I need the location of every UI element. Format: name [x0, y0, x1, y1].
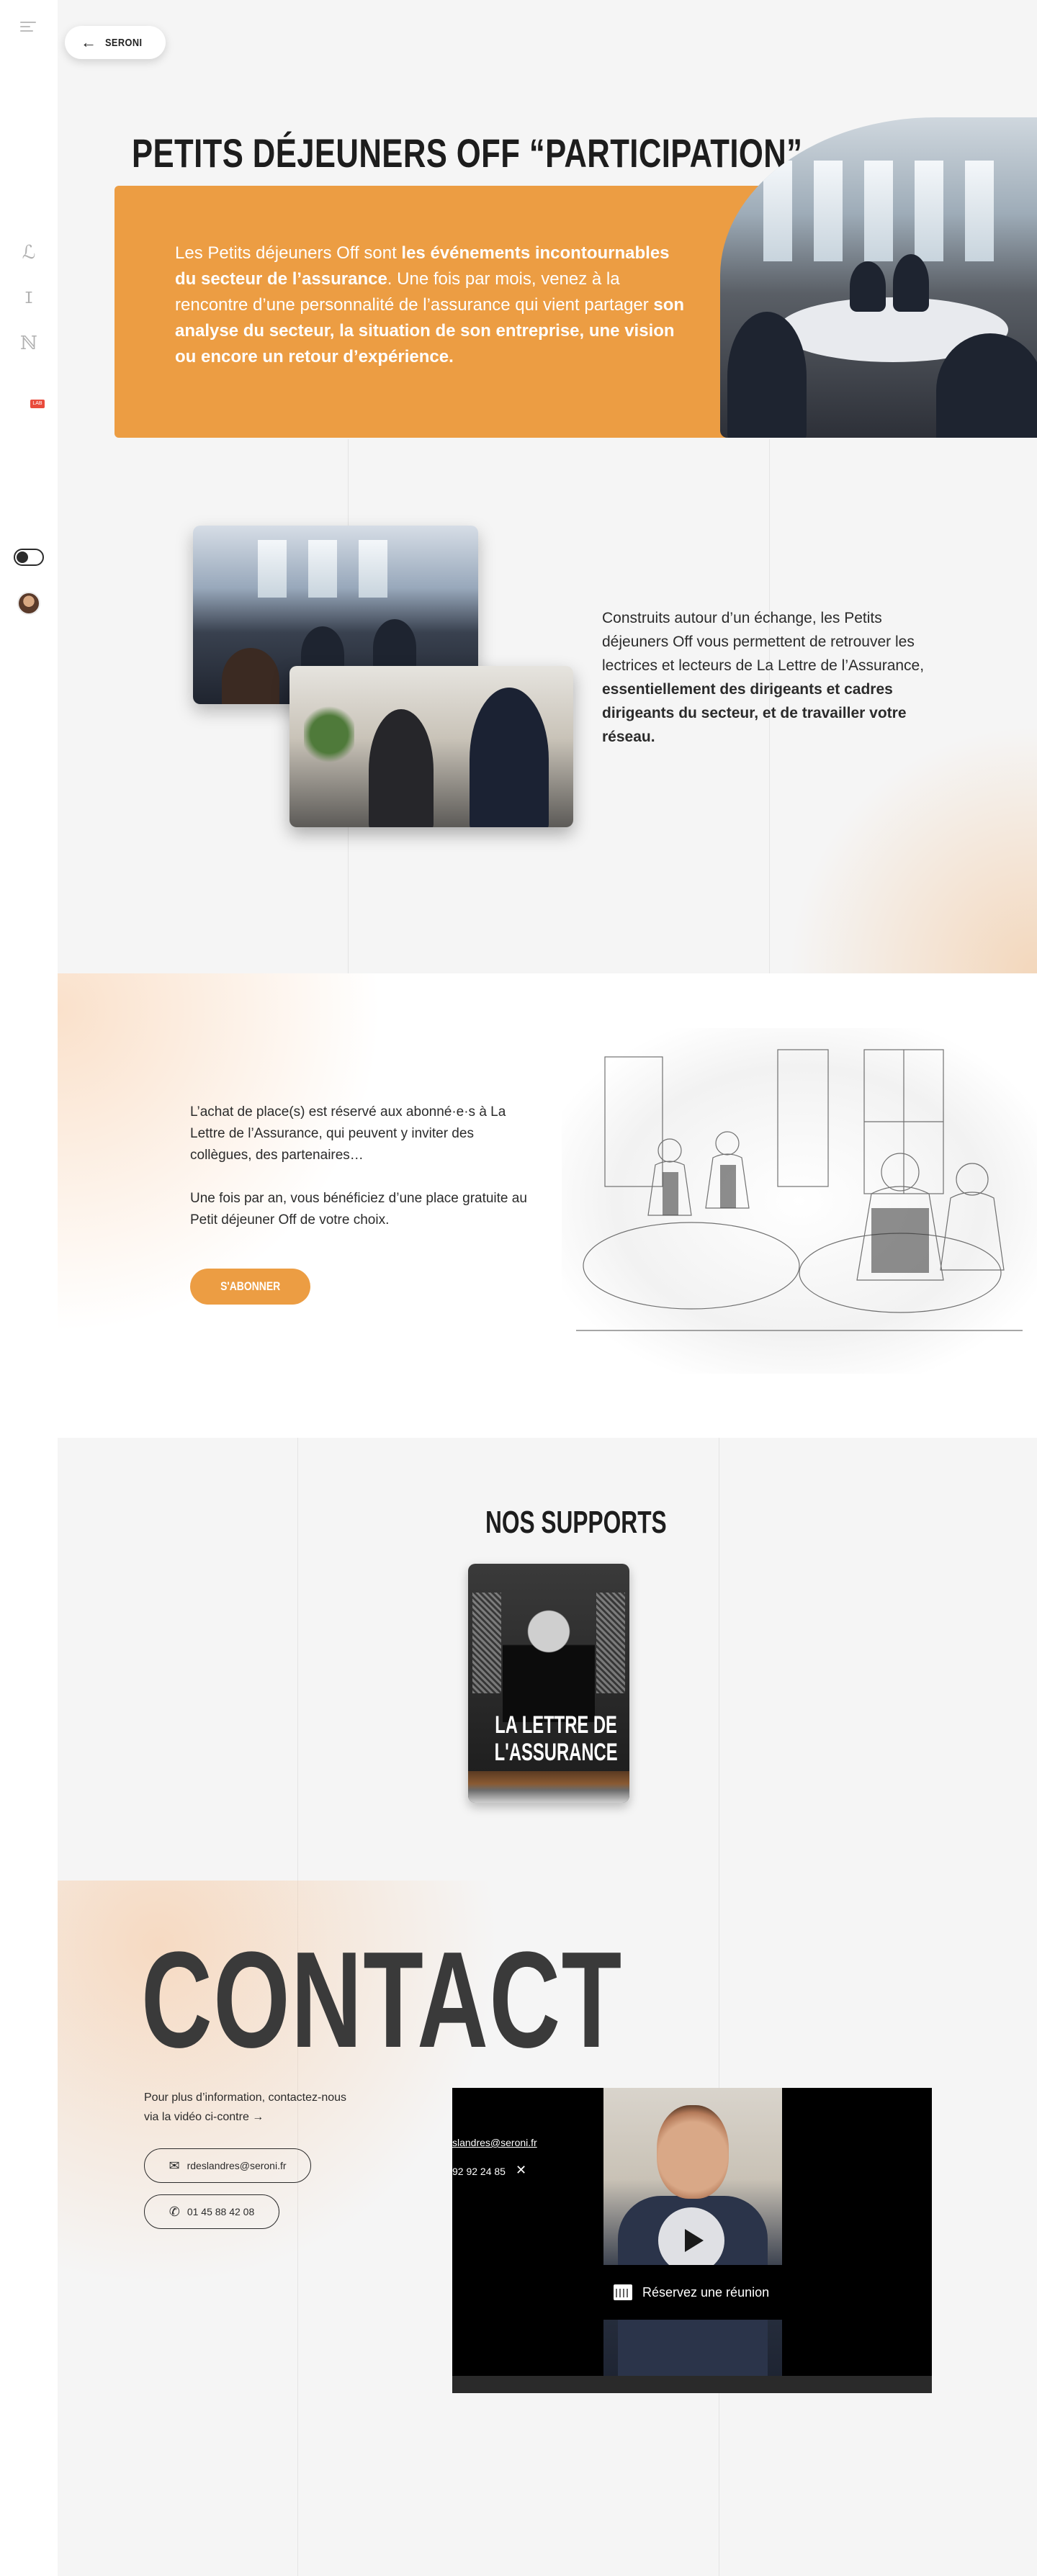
menu-icon[interactable] [20, 22, 36, 35]
hero-event-photo [720, 117, 1037, 438]
book-meeting-button[interactable]: Réservez une réunion [603, 2265, 782, 2320]
photo-window [864, 161, 893, 261]
toggle-knob [17, 551, 28, 563]
photo-window [763, 161, 792, 261]
supports-title: NOS SUPPORTS [0, 1505, 1037, 1541]
supports-title-text: NOS SUPPORTS [485, 1505, 667, 1540]
photo-window [915, 161, 943, 261]
subscription-text: L’achat de place(s) est réservé aux abon… [190, 1102, 536, 1253]
brand-logo-icon[interactable]: ℕ [19, 333, 39, 354]
card-decoration [596, 1593, 625, 1693]
contact-title: CONTACT [141, 1924, 623, 2076]
contact-video[interactable]: slandres@seroni.fr 92 92 24 85 ✕ Réserve… [452, 2088, 932, 2393]
video-email-link[interactable]: slandres@seroni.fr [452, 2137, 537, 2148]
photo-window [359, 540, 387, 598]
card-base [468, 1771, 629, 1803]
photo-plant [304, 695, 354, 774]
contact-text: Pour plus d’information, contactez-nous … [144, 2091, 347, 2123]
left-rail: ℒ ⵊ ℕ LAB [0, 0, 58, 2576]
photo-window [308, 540, 337, 598]
page-title: PETITS DÉJEUNERS OFF “PARTICIPATION” [132, 130, 803, 176]
lab-badge[interactable]: LAB [30, 400, 45, 408]
theme-toggle[interactable] [14, 549, 44, 566]
phone-button[interactable]: ✆ 01 45 88 42 08 [144, 2194, 279, 2229]
calendar-icon [614, 2284, 632, 2300]
subscribe-button-label: S'ABONNER [220, 1279, 281, 1293]
hero-description: Les Petits déjeuners Off sont les événem… [175, 240, 693, 370]
brand-logo-icon[interactable]: ⵊ [19, 288, 39, 310]
brand-logo-icon[interactable]: ℒ [19, 242, 39, 264]
card-decoration [472, 1593, 501, 1693]
decorative-glow [792, 720, 1037, 973]
email-button[interactable]: ✉ rdeslandres@seroni.fr [144, 2148, 311, 2183]
back-button-label: SERONI [105, 36, 143, 49]
play-button[interactable] [658, 2207, 724, 2274]
play-icon [685, 2229, 704, 2252]
video-control-bar[interactable] [452, 2376, 932, 2393]
photo-person [727, 312, 807, 438]
photo-person [850, 261, 886, 312]
support-card-label: LA LETTRE DE L'ASSURANCE [468, 1711, 629, 1766]
presenter-head [657, 2105, 729, 2199]
phone-label: 01 45 88 42 08 [187, 2206, 255, 2217]
support-card-label-text: LA LETTRE DE L'ASSURANCE [494, 1711, 618, 1766]
back-button[interactable]: ← SERONI [65, 26, 166, 59]
photo-person [369, 709, 434, 827]
intro-paragraph: Construits autour d’un échange, les Peti… [602, 606, 941, 749]
photo-window [814, 161, 843, 261]
event-photo-speakers [289, 666, 573, 827]
close-icon[interactable]: ✕ [516, 2163, 526, 2178]
photo-person [470, 688, 549, 827]
event-sketch-illustration [562, 1028, 1037, 1374]
intro-text-1: Construits autour d’un échange, les Peti… [602, 610, 925, 674]
subscription-paragraph-1: L’achat de place(s) est réservé aux abon… [190, 1104, 506, 1163]
subscription-paragraph-2: Une fois par an, vous bénéficiez d’une p… [190, 1191, 527, 1228]
card-figure [503, 1593, 595, 1722]
avatar[interactable] [17, 592, 40, 615]
hero-text-1: Les Petits déjeuners Off sont [175, 243, 402, 263]
mail-icon: ✉ [169, 2158, 180, 2173]
phone-icon: ✆ [169, 2205, 180, 2219]
photo-person [222, 648, 279, 704]
book-meeting-label: Réservez une réunion [642, 2284, 770, 2300]
email-label: rdeslandres@seroni.fr [187, 2160, 287, 2171]
arrow-left-icon: ← [81, 33, 96, 51]
photo-window [965, 161, 994, 261]
video-phone-text: 92 92 24 85 [452, 2166, 506, 2177]
photo-window [258, 540, 287, 598]
intro-text-2: essentiellement des dirigeants et cadres… [602, 681, 907, 745]
subscribe-button[interactable]: S'ABONNER [190, 1269, 310, 1305]
support-card-lettre-assurance[interactable]: LA LETTRE DE L'ASSURANCE [468, 1564, 629, 1803]
sketch-drawing [576, 1049, 1023, 1331]
photo-person [893, 254, 929, 312]
